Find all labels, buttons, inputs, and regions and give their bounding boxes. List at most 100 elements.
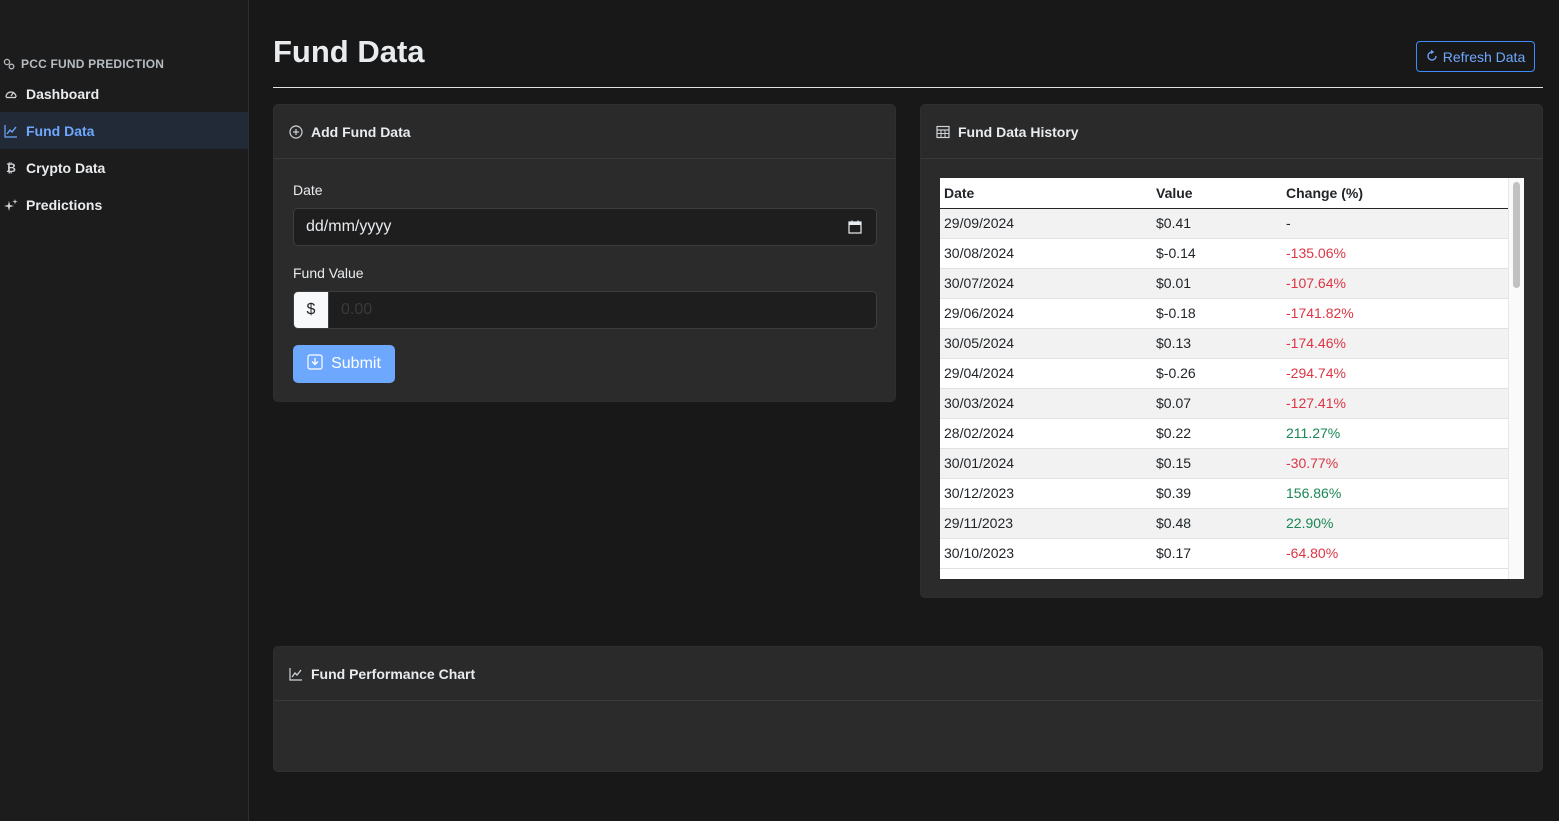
card-title: Fund Data History bbox=[958, 123, 1079, 140]
column-header-change: Change (%) bbox=[1282, 178, 1508, 209]
column-header-value: Value bbox=[1152, 178, 1282, 209]
brand-label: PCC FUND PREDICTION bbox=[21, 57, 165, 71]
cell-value: $-0.14 bbox=[1152, 238, 1282, 269]
cell-value: $0.17 bbox=[1152, 538, 1282, 569]
cell-date: 30/01/2024 bbox=[940, 448, 1152, 479]
table-row: 30/03/2024 $0.07 -127.41% bbox=[940, 388, 1508, 419]
cell-date: 29/06/2024 bbox=[940, 298, 1152, 329]
cell-change: -294.74% bbox=[1282, 358, 1508, 389]
gauge-icon bbox=[4, 87, 18, 101]
cell-change: -127.41% bbox=[1282, 388, 1508, 419]
table-row: 29/06/2024 $-0.18 -1741.82% bbox=[940, 298, 1508, 329]
line-chart-icon bbox=[4, 124, 18, 138]
cell-date: 29/09/2024 bbox=[940, 208, 1152, 239]
cell-date: 28/02/2024 bbox=[940, 418, 1152, 449]
cell-change: - bbox=[1282, 208, 1508, 239]
cell-change: -135.06% bbox=[1282, 238, 1508, 269]
fund-data-history-card: Fund Data History Date Value Change (%) … bbox=[920, 104, 1543, 598]
sidebar: PCC FUND PREDICTION Dashboard Fund Data … bbox=[0, 0, 249, 821]
card-header: Add Fund Data bbox=[274, 105, 895, 159]
cell-change: -107.64% bbox=[1282, 268, 1508, 299]
table-row: 30/08/2024 $-0.14 -135.06% bbox=[940, 238, 1508, 269]
cell-value: $0.41 bbox=[1152, 208, 1282, 239]
history-table: Date Value Change (%) 29/09/2024 $0.41-30… bbox=[940, 178, 1508, 569]
history-table-scroll[interactable]: Date Value Change (%) 29/09/2024 $0.41-30… bbox=[940, 178, 1524, 579]
cell-date: 30/08/2024 bbox=[940, 238, 1152, 269]
card-title: Add Fund Data bbox=[311, 123, 411, 140]
fund-value-label: Fund Value bbox=[293, 265, 364, 281]
line-chart-icon bbox=[289, 667, 303, 681]
cell-change: -64.80% bbox=[1282, 538, 1508, 569]
fund-value-group: $ bbox=[293, 291, 877, 329]
refresh-label: Refresh Data bbox=[1442, 48, 1526, 65]
cell-change: -174.46% bbox=[1282, 328, 1508, 359]
cell-value: $0.07 bbox=[1152, 388, 1282, 419]
refresh-data-button[interactable]: Refresh Data bbox=[1416, 41, 1535, 72]
table-row: 30/12/2023 $0.39 156.86% bbox=[940, 478, 1508, 509]
calendar-icon[interactable] bbox=[848, 220, 862, 234]
sidebar-item-predictions[interactable]: Predictions bbox=[0, 186, 248, 223]
fund-value-input[interactable] bbox=[329, 291, 877, 329]
cell-date: 30/10/2023 bbox=[940, 538, 1152, 569]
date-input[interactable]: dd/mm/yyyy bbox=[293, 208, 877, 246]
cell-date: 29/11/2023 bbox=[940, 508, 1152, 539]
sidebar-item-label: Predictions bbox=[26, 196, 103, 213]
cell-change: 156.86% bbox=[1282, 478, 1508, 509]
sidebar-item-label: Crypto Data bbox=[26, 159, 106, 176]
cell-change: -30.77% bbox=[1282, 448, 1508, 479]
column-header-date: Date bbox=[940, 178, 1152, 209]
table-row: 28/02/2024 $0.22 211.27% bbox=[940, 418, 1508, 449]
submit-button[interactable]: Submit bbox=[293, 345, 395, 383]
cell-change: 22.90% bbox=[1282, 508, 1508, 539]
card-header: Fund Performance Chart bbox=[274, 647, 1542, 701]
sparkles-icon bbox=[4, 198, 18, 212]
refresh-icon bbox=[1426, 49, 1438, 65]
table-row: 30/07/2024 $0.01 -107.64% bbox=[940, 268, 1508, 299]
table-row: 29/04/2024 $-0.26 -294.74% bbox=[940, 358, 1508, 389]
app-root: PCC FUND PREDICTION Dashboard Fund Data … bbox=[0, 0, 1559, 821]
cell-value: $0.13 bbox=[1152, 328, 1282, 359]
submit-label: Submit bbox=[331, 355, 381, 372]
cell-date: 29/04/2024 bbox=[940, 358, 1152, 389]
cell-value: $-0.26 bbox=[1152, 358, 1282, 389]
table-row: 29/11/2023 $0.48 22.90% bbox=[940, 508, 1508, 539]
add-fund-data-card: Add Fund Data Date dd/mm/yyyy Fund Value… bbox=[273, 104, 896, 402]
cell-value: $0.39 bbox=[1152, 478, 1282, 509]
card-title: Fund Performance Chart bbox=[311, 665, 476, 682]
chart-area bbox=[274, 701, 1542, 771]
table-scrollbar[interactable] bbox=[1508, 178, 1524, 579]
table-row: 30/10/2023 $0.17 -64.80% bbox=[940, 538, 1508, 569]
table-row: 30/05/2024 $0.13 -174.46% bbox=[940, 328, 1508, 359]
table-row: 30/01/2024 $0.15 -30.77% bbox=[940, 448, 1508, 479]
cogs-icon bbox=[2, 58, 15, 71]
fund-performance-chart-card: Fund Performance Chart bbox=[273, 646, 1543, 772]
plus-circle-icon bbox=[289, 124, 303, 139]
sidebar-item-crypto-data[interactable]: ₿ Crypto Data bbox=[0, 149, 248, 186]
brand: PCC FUND PREDICTION bbox=[2, 56, 164, 72]
cell-date: 30/07/2024 bbox=[940, 268, 1152, 299]
cell-value: $0.48 bbox=[1152, 508, 1282, 539]
scrollbar-thumb[interactable] bbox=[1513, 182, 1520, 288]
cell-change: 211.27% bbox=[1282, 418, 1508, 449]
date-placeholder: dd/mm/yyyy bbox=[306, 218, 392, 235]
date-label: Date bbox=[293, 182, 323, 198]
sidebar-item-fund-data[interactable]: Fund Data bbox=[0, 112, 248, 149]
cell-value: $0.15 bbox=[1152, 448, 1282, 479]
cell-change: -1741.82% bbox=[1282, 298, 1508, 329]
sidebar-item-dashboard[interactable]: Dashboard bbox=[0, 75, 248, 112]
cell-date: 30/03/2024 bbox=[940, 388, 1152, 419]
currency-prefix: $ bbox=[293, 291, 329, 329]
cell-date: 30/12/2023 bbox=[940, 478, 1152, 509]
card-header: Fund Data History bbox=[921, 105, 1542, 159]
table-row: 29/09/2024 $0.41- bbox=[940, 208, 1508, 239]
header-divider bbox=[273, 87, 1543, 88]
cell-value: $-0.18 bbox=[1152, 298, 1282, 329]
cell-value: $0.01 bbox=[1152, 268, 1282, 299]
download-icon bbox=[307, 353, 323, 375]
bitcoin-icon: ₿ bbox=[6, 160, 16, 175]
cell-value: $0.22 bbox=[1152, 418, 1282, 449]
page-title: Fund Data bbox=[273, 34, 425, 69]
sidebar-item-label: Fund Data bbox=[26, 122, 95, 139]
history-table-body: 29/09/2024 $0.41-30/08/2024 $-0.14 -135.06%… bbox=[940, 208, 1508, 569]
cell-date: 30/05/2024 bbox=[940, 328, 1152, 359]
